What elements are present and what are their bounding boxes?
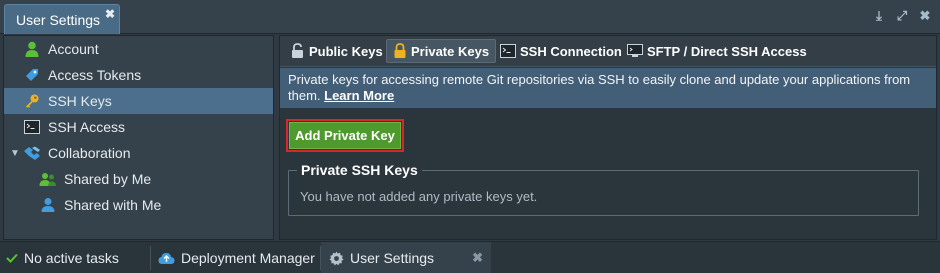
tab-label: Public Keys: [309, 43, 383, 59]
sidebar-item-shared-with-me[interactable]: Shared with Me: [4, 192, 273, 218]
learn-more-link[interactable]: Learn More: [324, 88, 394, 103]
tag-icon: [23, 66, 41, 84]
sidebar-item-label: Account: [48, 41, 99, 57]
monitor-icon: [627, 44, 643, 58]
tab-label: Private Keys: [411, 43, 490, 59]
account-icon: [23, 40, 41, 58]
tab-ssh-connection[interactable]: SSH Connection: [494, 39, 628, 63]
sidebar-item-label: Access Tokens: [48, 67, 142, 83]
terminal-icon: [500, 44, 516, 58]
sidebar-item-label: SSH Access: [48, 119, 126, 135]
close-icon[interactable]: ✖: [918, 8, 932, 24]
check-icon: [6, 252, 18, 264]
taskbar-item-label: User Settings: [350, 250, 435, 266]
window-tab-bar: User Settings ✖ ⤓ ⤢ ✖: [0, 0, 940, 34]
user-share-icon: [39, 196, 57, 214]
private-ssh-keys-section: Private SSH Keys You have not added any …: [288, 162, 919, 216]
sidebar-item-label: Shared with Me: [64, 197, 162, 213]
sidebar-item-collaboration[interactable]: ▼ Collaboration: [4, 140, 273, 166]
key-icon: [23, 92, 41, 110]
divider: [150, 246, 151, 270]
settings-sidebar: Account Access Tokens SSH Keys SSH Acces…: [3, 35, 274, 240]
expand-icon[interactable]: ⤢: [895, 8, 909, 24]
task-bar: No active tasks Deployment Manager User …: [0, 241, 940, 273]
sidebar-item-label: SSH Keys: [48, 93, 112, 109]
tab-public-keys[interactable]: Public Keys: [285, 39, 389, 63]
taskbar-item-label: Deployment Manager: [181, 250, 315, 266]
sidebar-item-account[interactable]: Account: [4, 36, 273, 62]
handshake-icon: [23, 144, 41, 162]
taskbar-item-deployment-manager[interactable]: Deployment Manager: [158, 242, 315, 273]
window-controls: ⤓ ⤢ ✖: [872, 8, 932, 24]
task-status[interactable]: No active tasks: [6, 242, 119, 273]
chevron-down-icon[interactable]: ▼: [10, 148, 20, 159]
tab-label: SFTP / Direct SSH Access: [647, 43, 807, 59]
close-icon[interactable]: ✖: [472, 250, 483, 266]
cloud-icon: [158, 252, 175, 265]
ssh-tabs: Public Keys Private Keys SSH Connection …: [280, 36, 936, 67]
lock-open-icon: [291, 43, 305, 59]
lock-icon: [393, 43, 407, 59]
tab-sftp-direct-ssh[interactable]: SFTP / Direct SSH Access: [621, 39, 813, 63]
section-title: Private SSH Keys: [297, 162, 422, 178]
window-tab-title: User Settings: [16, 12, 101, 28]
sidebar-item-shared-by-me[interactable]: Shared by Me: [4, 166, 273, 192]
info-banner: Private keys for accessing remote Git re…: [280, 68, 936, 108]
tab-close-icon[interactable]: ✖: [105, 7, 115, 21]
ssh-keys-panel: Public Keys Private Keys SSH Connection …: [279, 35, 937, 240]
taskbar-item-user-settings[interactable]: User Settings ✖: [321, 242, 491, 273]
tab-label: SSH Connection: [520, 43, 622, 59]
task-status-label: No active tasks: [24, 250, 119, 266]
terminal-icon: [23, 118, 41, 136]
tab-private-keys[interactable]: Private Keys: [386, 39, 497, 63]
sidebar-item-label: Collaboration: [48, 145, 131, 161]
users-icon: [39, 170, 57, 188]
gear-icon: [329, 250, 344, 266]
sidebar-item-ssh-access[interactable]: SSH Access: [4, 114, 273, 140]
download-icon[interactable]: ⤓: [872, 8, 886, 24]
sidebar-item-access-tokens[interactable]: Access Tokens: [4, 62, 273, 88]
window-tab-user-settings[interactable]: User Settings ✖: [4, 4, 120, 34]
sidebar-item-ssh-keys[interactable]: SSH Keys: [4, 88, 273, 114]
empty-state-text: You have not added any private keys yet.: [300, 189, 538, 204]
sidebar-item-label: Shared by Me: [64, 171, 152, 187]
add-private-key-button[interactable]: Add Private Key: [289, 122, 401, 149]
